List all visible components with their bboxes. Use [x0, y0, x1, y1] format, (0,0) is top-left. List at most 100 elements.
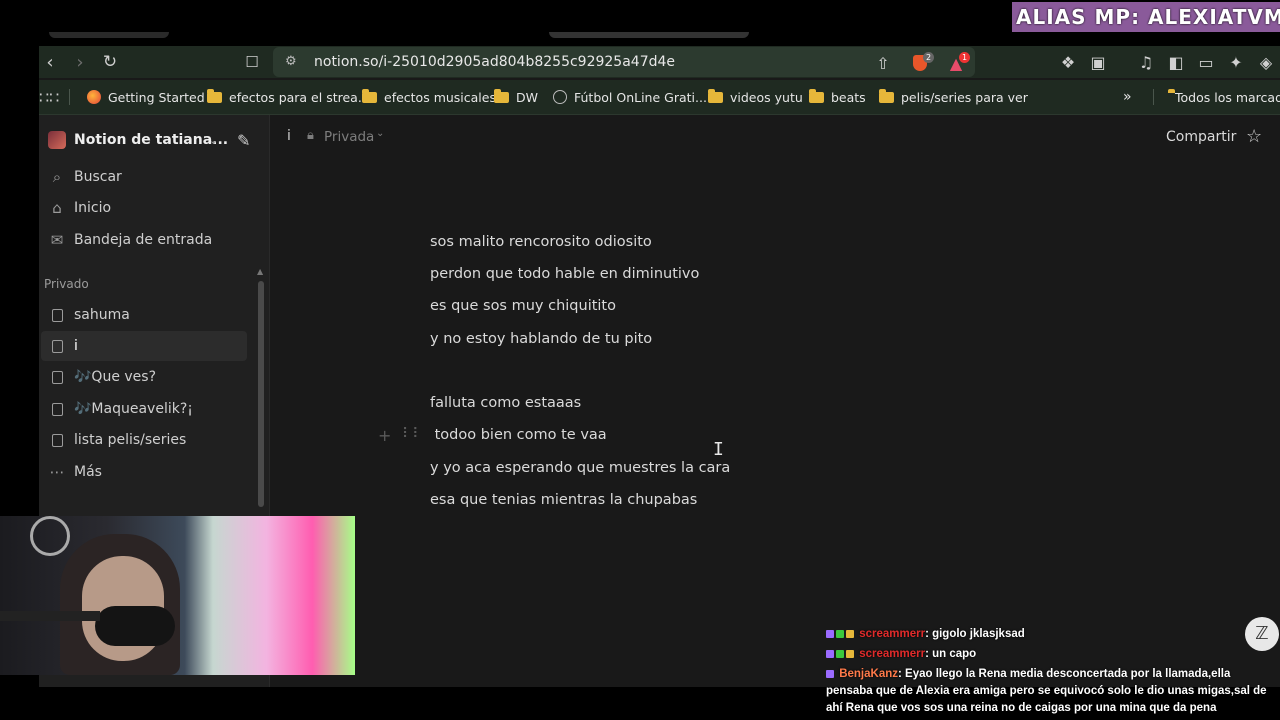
- text-block[interactable]: y yo aca esperando que muestres la cara: [430, 460, 730, 476]
- url-text[interactable]: notion.so/i-25010d2905ad804b8255c92925a4…: [314, 47, 675, 77]
- bookmarks-bar: ∷∷ Getting Started efectos para el strea…: [39, 80, 1280, 115]
- forward-icon[interactable]: ›: [65, 46, 95, 78]
- text-block[interactable]: esa que tenias mientras la chupabas: [430, 492, 697, 508]
- chat-username: BenjaKanz: [839, 668, 898, 680]
- bookmark-pelis-series[interactable]: pelis/series para ver: [879, 80, 1028, 114]
- brave-shields-icon[interactable]: 2: [907, 47, 935, 79]
- tab-ghost[interactable]: [49, 32, 169, 38]
- text-block[interactable]: falluta como estaaas: [430, 395, 581, 411]
- folder-icon: [362, 88, 377, 103]
- brave-rewards-icon[interactable]: ▲ 1: [943, 47, 971, 79]
- chevron-down-icon[interactable]: ⌄: [376, 128, 384, 139]
- chat-text: : gigolo jklasjksad: [925, 628, 1025, 640]
- bookmark-efectos-stream[interactable]: efectos para el strea...: [207, 80, 370, 114]
- new-page-icon[interactable]: ✎: [237, 131, 250, 150]
- mic-arm: [0, 611, 100, 621]
- folder-icon: [708, 88, 723, 103]
- sidebar-page-maqueavelik[interactable]: 🎶Maqueavelik?¡: [39, 394, 269, 424]
- breadcrumb-title[interactable]: i: [287, 128, 291, 144]
- add-block-icon[interactable]: +: [378, 426, 391, 445]
- site-info-icon[interactable]: ⚙: [285, 47, 297, 77]
- sidebar-search[interactable]: ⌕ Buscar: [39, 162, 269, 192]
- more-bookmarks-icon[interactable]: »: [1123, 80, 1132, 114]
- share-icon[interactable]: ⇧: [870, 47, 896, 79]
- sidebar-item-label: 🎶Maqueavelik?¡: [74, 401, 193, 417]
- chat-username: screammerr: [859, 648, 926, 660]
- bookmark-label: Todos los marcadores: [1175, 89, 1280, 105]
- globe-icon: [553, 90, 567, 104]
- text-block[interactable]: perdon que todo hable en diminutivo: [430, 266, 699, 282]
- folder-icon: [879, 88, 894, 103]
- leo-ai-icon[interactable]: ✦: [1223, 46, 1249, 78]
- chat-message: screammerr: gigolo jklasjksad: [826, 624, 1280, 644]
- sidebar-page-sahuma[interactable]: sahuma: [39, 300, 269, 330]
- favorite-star-icon[interactable]: ☆: [1246, 126, 1262, 147]
- badge-icon: [846, 630, 854, 638]
- reader-icon[interactable]: ▣: [1085, 46, 1111, 78]
- inbox-icon: ✉: [50, 231, 64, 249]
- workspace-name: Notion de tatiana...: [74, 132, 229, 148]
- page-icon: [51, 308, 63, 322]
- firefox-icon: [87, 90, 101, 104]
- vpn-icon[interactable]: ◈: [1253, 46, 1279, 78]
- badge-icon: [826, 650, 834, 658]
- badge-icon: [846, 650, 854, 658]
- sidebar-page-i[interactable]: i: [41, 331, 247, 361]
- text-block[interactable]: todoo bien como te vaa: [430, 427, 607, 443]
- scroll-up-icon[interactable]: ▲: [257, 267, 263, 276]
- sidebar-page-lista-pelis[interactable]: lista pelis/series: [39, 425, 269, 455]
- folder-icon: [809, 88, 824, 103]
- privacy-label[interactable]: Privada: [324, 129, 374, 145]
- media-icon[interactable]: ♫: [1133, 46, 1159, 78]
- webcam-overlay: [0, 516, 355, 675]
- bookmark-videos-yutu[interactable]: videos yutu: [708, 80, 803, 114]
- text-block[interactable]: y no estoy hablando de tu pito: [430, 331, 652, 347]
- workspace-switcher[interactable]: Notion de tatiana... ⌄ ✎: [39, 125, 269, 155]
- apps-grid-icon[interactable]: ∷∷: [39, 80, 59, 114]
- bookmark-label: Getting Started: [108, 89, 205, 105]
- search-icon: ⌕: [52, 168, 62, 186]
- tab-active-ghost[interactable]: [549, 32, 749, 38]
- drag-handle-icon[interactable]: ⠇⠇: [402, 426, 423, 442]
- bookmark-label: efectos para el strea...: [229, 89, 370, 105]
- extensions-icon[interactable]: ❖: [1055, 46, 1081, 78]
- reload-icon[interactable]: ↻: [95, 46, 125, 78]
- bookmark-futbol-online[interactable]: Fútbol OnLine Grati...: [553, 80, 707, 114]
- stream-alias-banner: ALIAS MP: ALEXIATVM: [1012, 2, 1280, 32]
- sidebar-scrollbar[interactable]: [258, 281, 264, 507]
- microphone: [95, 606, 175, 646]
- share-button[interactable]: Compartir: [1166, 129, 1236, 145]
- browser-toolbar: ‹ › ↻ ☐ ⚙ notion.so/i-25010d2905ad804b82…: [39, 46, 1280, 78]
- folder-icon: [207, 88, 222, 103]
- notion-page: i 🔒︎ Privada ⌄ Compartir ☆ sos malito re…: [270, 115, 1280, 687]
- sidebar-page-que-ves[interactable]: 🎶Que ves?: [39, 362, 269, 392]
- bookmark-label: Fútbol OnLine Grati...: [574, 89, 707, 105]
- text-block[interactable]: es que sos muy chiquitito: [430, 298, 616, 314]
- wallet-icon[interactable]: ▭: [1193, 46, 1219, 78]
- sidebar-inbox[interactable]: ✉ Bandeja de entrada: [39, 225, 269, 255]
- back-icon[interactable]: ‹: [35, 46, 65, 78]
- bookmark-dw[interactable]: DW: [494, 80, 538, 114]
- address-bar[interactable]: ⚙ notion.so/i-25010d2905ad804b8255c92925…: [273, 47, 975, 77]
- bookmark-page-icon[interactable]: ☐: [237, 46, 267, 78]
- brave-badge: 2: [923, 52, 935, 63]
- bookmark-label: DW: [516, 89, 538, 105]
- sidebar-home[interactable]: ⌂ Inicio: [39, 193, 269, 223]
- bookmark-efectos-musicales[interactable]: efectos musicales: [362, 80, 496, 114]
- chat-message: screammerr: un capo: [826, 644, 1280, 664]
- bookmarks-divider: [69, 89, 70, 105]
- bookmark-getting-started[interactable]: Getting Started: [87, 80, 205, 114]
- page-icon: [51, 370, 63, 384]
- sidebar-more[interactable]: ⋯ Más: [39, 457, 269, 487]
- text-block[interactable]: sos malito rencorosito odiosito: [430, 234, 652, 250]
- bookmark-label: beats: [831, 89, 866, 105]
- badge-icon: [826, 630, 834, 638]
- bookmark-beats[interactable]: beats: [809, 80, 866, 114]
- chat-logo-icon: ℤ: [1245, 617, 1279, 651]
- sidebar-item-label: lista pelis/series: [74, 432, 187, 448]
- home-icon: ⌂: [52, 199, 62, 217]
- all-bookmarks-folder[interactable]: Todos los marcadores: [1168, 80, 1280, 114]
- chevron-down-icon[interactable]: ⌄: [209, 134, 218, 147]
- sidebar-toggle-icon[interactable]: ◧: [1163, 46, 1189, 78]
- lock-icon: 🔒︎: [307, 128, 314, 143]
